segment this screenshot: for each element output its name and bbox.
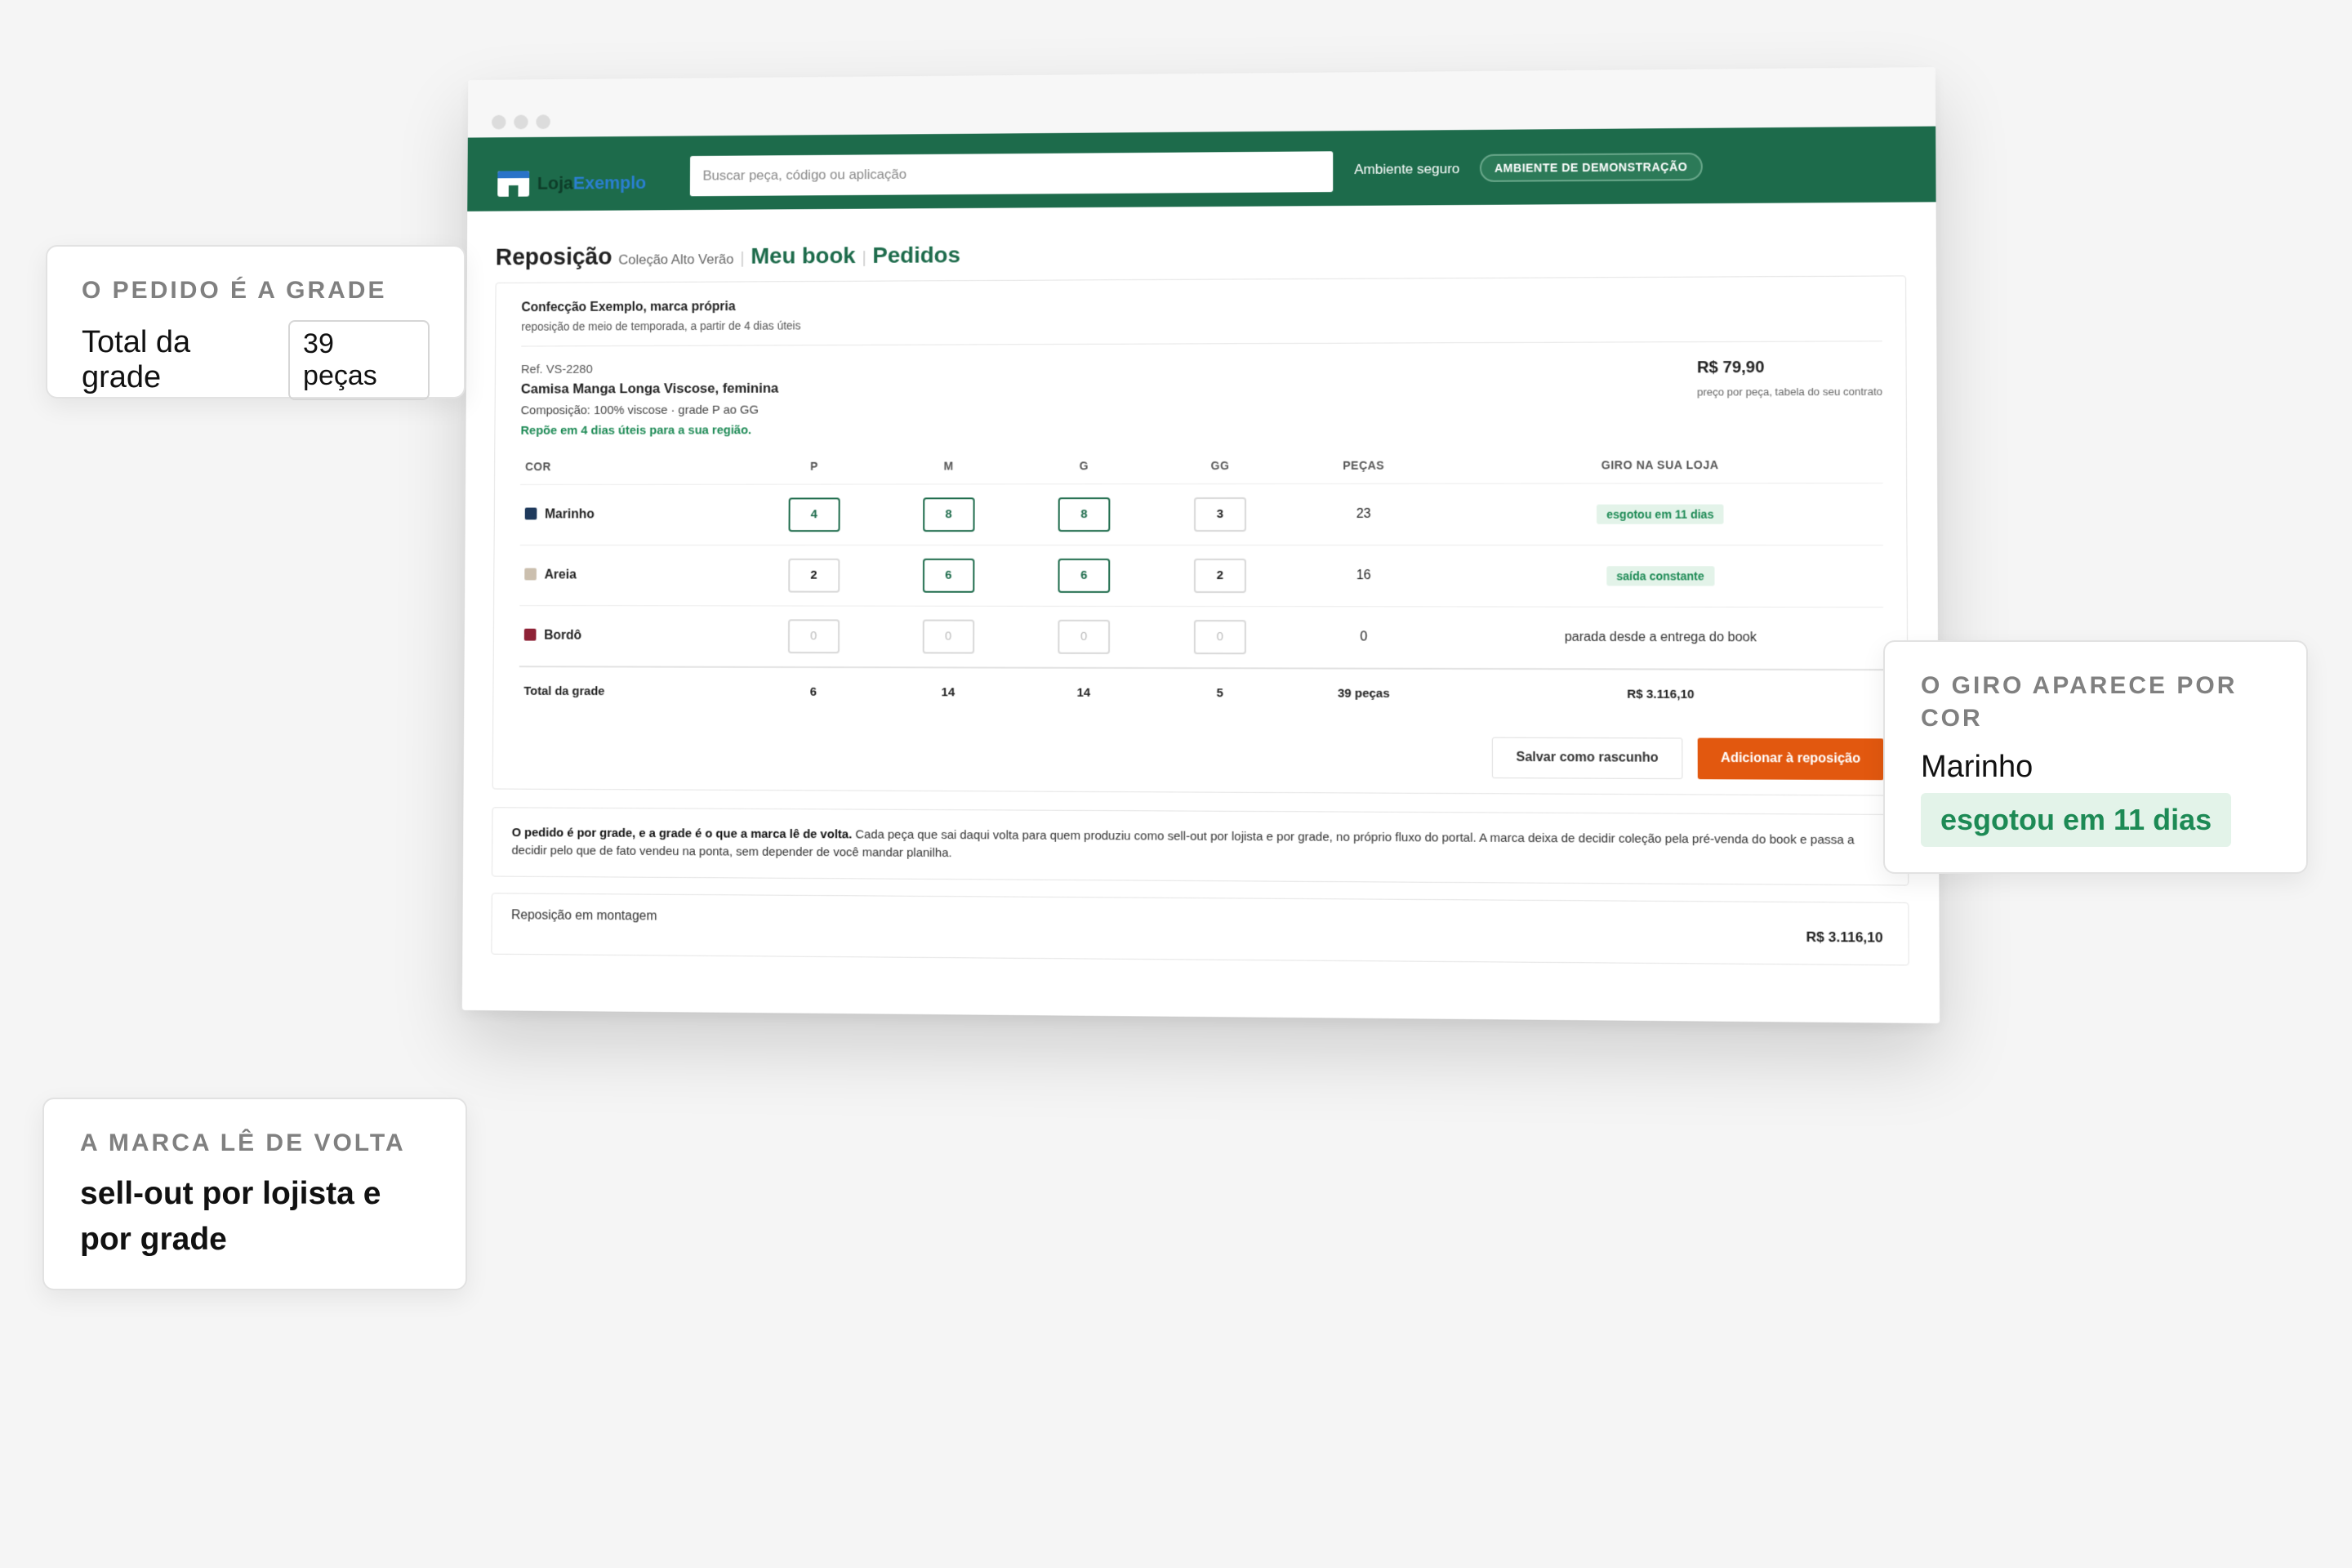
info-note-lead: O pedido é por grade, e a grade é o que … [511, 826, 853, 842]
callout-brand-reads-back: A MARCA LÊ DE VOLTA sell-out por lojista… [42, 1098, 467, 1290]
table-row: Areia 2 6 6 2 16 saída constante [519, 545, 1884, 608]
page-subtitle: Coleção Alto Verão [618, 251, 734, 268]
main-content: Reposição Coleção Alto Verão | Meu book … [462, 237, 1940, 966]
column-header-color: COR [525, 460, 551, 474]
supplier-subtitle: reposição de meio de temporada, a partir… [521, 318, 801, 333]
logo-text-accent: Exemplo [572, 172, 647, 194]
total-row: Total da grade 6 14 14 5 39 peças R$ 3.1… [519, 666, 1884, 719]
nav-separator: | [740, 249, 745, 268]
page-title: Reposição [495, 243, 612, 271]
callout-text: sell-out por lojista e por grade [80, 1176, 381, 1257]
column-header-pieces: PEÇAS [1343, 458, 1385, 472]
turnover-status: parada desde a entrega do book [1564, 630, 1757, 645]
callout-eyebrow: A MARCA LÊ DE VOLTA [80, 1129, 406, 1156]
price-box: R$ 79,90 preço por peça, tabela do seu c… [1696, 358, 1883, 399]
store-icon [497, 171, 530, 197]
color-swatch [523, 628, 537, 641]
column-header-size-gg: GG [1210, 459, 1230, 473]
callout-pieces-chip: 39 peças [288, 320, 430, 400]
total-value: R$ 3.116,10 [1439, 668, 1884, 719]
callout-eyebrow: O GIRO APARECE POR COR [1921, 672, 2238, 732]
secure-environment-label: Ambiente seguro [1354, 161, 1460, 177]
quantity-input-g[interactable]: 6 [1058, 558, 1111, 593]
logo-text-primary: Loja [537, 172, 573, 194]
column-header-store-turnover: GIRO NA SUA LOJA [1601, 458, 1719, 472]
total-label: Total da grade [519, 666, 746, 715]
restock-lead-time: Repõe em 4 dias úteis para a sua região. [520, 423, 752, 438]
quantity-input-m[interactable]: 0 [922, 619, 974, 654]
window-close-dot[interactable] [491, 114, 506, 130]
column-header-size-g: G [1079, 459, 1089, 473]
supplier-name: Confecção Exemplo, marca própria [521, 300, 736, 315]
demo-environment-badge: AMBIENTE DE DEMONSTRAÇÃO [1479, 152, 1703, 182]
total-size-gg: 5 [1152, 667, 1289, 717]
summary-label: Reposição em montagem [511, 908, 657, 924]
divider [521, 341, 1882, 347]
total-size-p: 6 [746, 666, 881, 715]
info-note: O pedido é por grade, e a grade é o que … [491, 807, 1909, 886]
quantity-input-p[interactable]: 4 [788, 497, 840, 532]
logo[interactable]: LojaExemplo [497, 170, 646, 197]
row-pieces: 16 [1288, 545, 1440, 607]
quantity-input-m[interactable]: 8 [922, 497, 975, 532]
quantity-input-gg[interactable]: 3 [1193, 497, 1246, 532]
product-ref: Ref. VS-2280 [520, 362, 593, 376]
quantity-input-p[interactable]: 0 [787, 619, 840, 654]
add-to-restock-button[interactable]: Adicionar à reposição [1697, 737, 1884, 781]
unit-price: R$ 79,90 [1696, 358, 1765, 377]
row-pieces: 23 [1288, 483, 1440, 546]
nav-link-orders[interactable]: Pedidos [872, 243, 960, 269]
browser-window: LojaExemplo Buscar peça, código ou aplic… [461, 67, 1940, 1024]
total-size-g: 14 [1015, 667, 1152, 717]
color-name: Bordô [544, 628, 582, 643]
window-minimize-dot[interactable] [514, 114, 528, 130]
summary-total: R$ 3.116,10 [1806, 929, 1883, 946]
search-placeholder: Buscar peça, código ou aplicação [702, 166, 907, 184]
product-name: Camisa Manga Longa Viscose, feminina [520, 380, 779, 397]
column-header-size-p: P [810, 459, 818, 473]
quantity-input-g[interactable]: 8 [1058, 497, 1111, 532]
size-grid-table: COR P M G GG PEÇAS GIRO NA SUA LOJA Mari… [519, 458, 1884, 719]
callout-grade-total: O PEDIDO É A GRADE Total da grade 39 peç… [46, 245, 466, 400]
color-swatch [524, 568, 537, 581]
product-composition: Composição: 100% viscose · grade P ao GG [520, 403, 760, 418]
total-size-m: 14 [880, 667, 1016, 716]
quantity-input-p[interactable]: 2 [787, 558, 840, 593]
price-note: preço por peça, tabela do seu contrato [1696, 385, 1883, 399]
color-name: Areia [544, 568, 577, 582]
color-name: Marinho [545, 507, 595, 522]
restock-card: Confecção Exemplo, marca própria reposiç… [492, 275, 1909, 796]
callout-turnover-badge: esgotou em 11 dias [1921, 793, 2232, 847]
row-pieces: 0 [1288, 606, 1440, 669]
turnover-badge: saída constante [1606, 566, 1715, 586]
page-header: Reposição Coleção Alto Verão | Meu book … [496, 237, 1906, 271]
restock-summary-bar: Reposição em montagem R$ 3.116,10 [491, 893, 1909, 966]
total-pieces: 39 peças [1288, 668, 1440, 718]
nav-separator: | [862, 249, 866, 267]
callout-turnover-by-color: O GIRO APARECE POR COR Marinho esgotou e… [1883, 640, 2308, 874]
table-row: Marinho 4 8 8 3 23 esgotou em 11 dias [519, 483, 1883, 546]
quantity-input-g[interactable]: 0 [1058, 619, 1110, 654]
quantity-input-gg[interactable]: 0 [1193, 620, 1246, 655]
color-swatch [524, 507, 537, 520]
window-maximize-dot[interactable] [536, 114, 550, 130]
quantity-input-m[interactable]: 6 [922, 558, 975, 593]
callout-label: Total da grade [82, 325, 191, 394]
callout-color-name: Marinho [1921, 750, 2034, 784]
table-row: Bordô 0 0 0 0 0 parada desde a entrega d… [519, 605, 1884, 670]
callout-eyebrow: O PEDIDO É A GRADE [82, 277, 387, 304]
column-header-size-m: M [943, 459, 954, 473]
quantity-input-gg[interactable]: 2 [1193, 558, 1246, 594]
save-draft-button[interactable]: Salvar como rascunho [1492, 737, 1683, 780]
nav-link-my-book[interactable]: Meu book [751, 243, 855, 269]
search-input[interactable]: Buscar peça, código ou aplicação [689, 151, 1334, 197]
turnover-badge: esgotou em 11 dias [1597, 504, 1724, 524]
window-chrome [467, 67, 1936, 138]
card-actions: Salvar como rascunho Adicionar à reposiç… [519, 733, 1884, 781]
table-header-row: COR P M G GG PEÇAS GIRO NA SUA LOJA [520, 458, 1882, 485]
product-info: Ref. VS-2280 Camisa Manga Longa Viscose,… [520, 358, 1883, 438]
app-header: LojaExemplo Buscar peça, código ou aplic… [467, 126, 1936, 212]
